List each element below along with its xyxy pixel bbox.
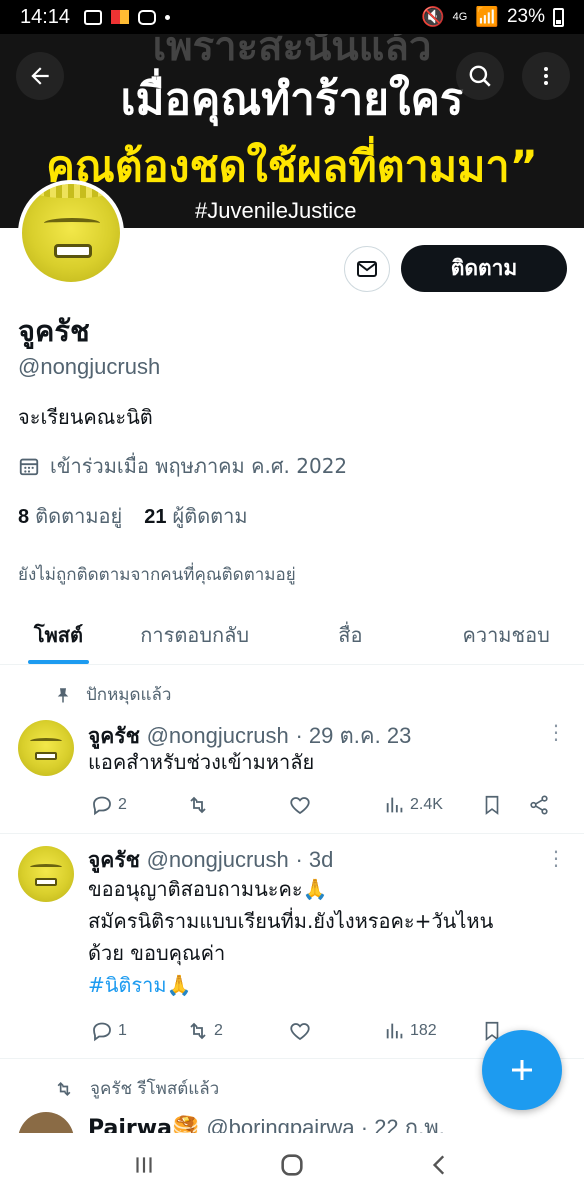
status-bar: 14:14 🔇 4G 📶 23% [0, 0, 584, 34]
like-button[interactable] [288, 793, 312, 817]
system-nav-bar [0, 1133, 584, 1200]
tweet-divider [0, 833, 584, 834]
follow-stats: 8 ติดตามอยู่ 21 ผู้ติดตาม [18, 500, 248, 532]
app-notification-icon [111, 10, 130, 24]
bookmark-icon [485, 795, 499, 815]
not-followed-note: ยังไม่ถูกติดตามจากคนที่คุณติดตามอยู่ [18, 565, 296, 585]
repost-icon [190, 1022, 206, 1040]
tweet-more-button[interactable]: ⋮ [546, 720, 566, 744]
network-type: 4G [452, 11, 468, 23]
tweet-text: แอคสำหรับช่วงเข้ามหาลัย [88, 750, 315, 774]
bookmark-button[interactable] [481, 794, 503, 816]
back-button[interactable] [16, 52, 64, 100]
tweet-avatar[interactable] [18, 846, 74, 902]
reply-icon [93, 1022, 111, 1042]
share-icon [530, 795, 548, 815]
tab-media[interactable]: สื่อ [273, 605, 429, 664]
tweet-hashtag-link[interactable]: #นิติราม🙏 [88, 969, 558, 1001]
arrow-left-icon [31, 67, 49, 85]
reply-icon [93, 796, 111, 816]
search-button[interactable] [456, 52, 504, 100]
views-icon [386, 1023, 403, 1039]
repost-button[interactable] [186, 793, 210, 817]
profile-handle: @nongjucrush [18, 354, 161, 379]
repost-icon [190, 796, 206, 814]
views-button[interactable]: 2.4K [384, 794, 443, 816]
followers-link[interactable]: 21 ผู้ติดตาม [144, 500, 247, 532]
chevron-left-icon [433, 1154, 445, 1175]
tab-replies[interactable]: การตอบกลับ [117, 605, 273, 664]
tweet-text: ขออนุญาติสอบถามนะคะ🙏 สมัครนิติรามแบบเรีย… [88, 873, 558, 1001]
banner-hashtag: #JuvenileJustice [195, 198, 357, 223]
profile-tabs: โพสต์ การตอบกลับ สื่อ ความชอบ [0, 605, 584, 665]
mute-icon: 🔇 [420, 7, 445, 28]
recent-apps-button[interactable] [131, 1152, 157, 1182]
repost-button[interactable]: 2 [186, 1019, 223, 1043]
more-options-button[interactable] [522, 52, 570, 100]
follow-button[interactable]: ติดตาม [401, 245, 567, 292]
recent-apps-icon [136, 1156, 152, 1173]
instagram-notification-icon [138, 9, 157, 25]
pinned-indicator: ปักหมุดแล้ว [54, 681, 171, 708]
battery-icon [553, 7, 564, 27]
following-link[interactable]: 8 ติดตามอยู่ [18, 500, 122, 532]
heart-icon [290, 797, 310, 815]
more-vertical-icon [544, 67, 548, 85]
tab-posts[interactable]: โพสต์ [0, 605, 117, 664]
reply-button[interactable]: 1 [90, 1019, 127, 1043]
like-button[interactable] [288, 1019, 312, 1043]
gallery-notification-icon [84, 9, 103, 25]
tweet-more-button[interactable]: ⋮ [546, 846, 566, 870]
plus-icon [512, 1060, 532, 1080]
profile-bio: จะเรียนคณะนิติ [18, 405, 153, 429]
joined-text: เข้าร่วมเมื่อ พฤษภาคม ค.ศ. 2022 [50, 454, 348, 478]
battery-percent: 23% [506, 6, 545, 27]
signal-icon: 📶 [475, 7, 499, 28]
profile-name: จูครัช [18, 314, 90, 348]
repost-indicator: จูครัช รีโพสต์แล้ว [54, 1075, 219, 1102]
views-icon [386, 797, 403, 813]
tweet-actions: 2 2.4K [88, 790, 568, 820]
home-icon [281, 1153, 303, 1176]
more-notifications-icon [165, 14, 171, 20]
pin-icon [57, 687, 69, 702]
views-button[interactable]: 182 [384, 1020, 437, 1042]
back-nav-button[interactable] [427, 1152, 453, 1182]
reply-button[interactable]: 2 [90, 793, 127, 817]
tweet-avatar[interactable] [18, 720, 74, 776]
home-button[interactable] [278, 1151, 306, 1183]
repost-icon [57, 1081, 71, 1096]
compose-post-button[interactable] [482, 1030, 562, 1110]
profile-joined: เข้าร่วมเมื่อ พฤษภาคม ค.ศ. 2022 [18, 450, 347, 482]
calendar-icon [19, 458, 39, 476]
status-time: 14:14 [20, 5, 71, 28]
heart-icon [290, 1023, 310, 1041]
profile-avatar[interactable] [18, 180, 124, 286]
message-button[interactable] [344, 246, 390, 292]
envelope-icon [357, 261, 377, 277]
share-button[interactable] [528, 794, 550, 816]
search-icon [469, 65, 491, 87]
tab-likes[interactable]: ความชอบ [428, 605, 584, 664]
